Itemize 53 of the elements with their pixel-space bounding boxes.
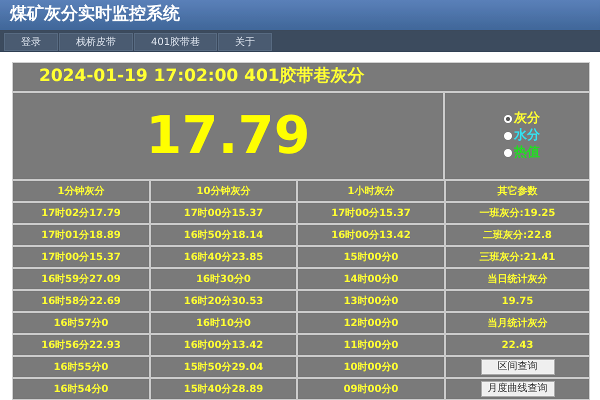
table-cell: 二班灰分:22.8 <box>446 225 589 247</box>
radio-button[interactable] <box>504 132 512 140</box>
table-cell: 三班灰分:21.41 <box>446 247 589 269</box>
option-label: 灰分 <box>514 111 540 127</box>
table-cell: 16时54分0 <box>13 379 151 400</box>
table-cell: 16时58分22.69 <box>13 291 151 313</box>
table-cell: 11时00分0 <box>298 335 446 357</box>
table-cell: 16时00分13.42 <box>298 225 446 247</box>
table-cell: 16时57分0 <box>13 313 151 335</box>
table-cell: 15时40分28.89 <box>151 379 298 400</box>
table-cell: 16时20分30.53 <box>151 291 298 313</box>
query-button[interactable]: 月度曲线查询 <box>480 381 554 397</box>
table-cell: 16时55分0 <box>13 357 151 379</box>
column-header: 1分钟灰分 <box>13 181 151 203</box>
nav-tab[interactable]: 关于 <box>218 33 272 51</box>
window-title: 煤矿灰分实时监控系统 <box>10 3 180 26</box>
table-cell: 17时00分15.37 <box>151 203 298 225</box>
table-cell: 15时00分0 <box>298 247 446 269</box>
column-header: 10分钟灰分 <box>151 181 298 203</box>
query-button[interactable]: 区间查询 <box>480 359 554 375</box>
table-cell: 16时59分27.09 <box>13 269 151 291</box>
column-header: 其它参数 <box>446 181 589 203</box>
table-cell: 16时00分13.42 <box>151 335 298 357</box>
nav-tab[interactable]: 登录 <box>4 33 58 51</box>
table-cell: 14时00分0 <box>298 269 446 291</box>
table-cell: 19.75 <box>446 291 589 313</box>
table-cell: 17时01分18.89 <box>13 225 151 247</box>
column-header: 1小时灰分 <box>298 181 446 203</box>
panel-title: 2024-01-19 17:02:00 401胶带巷灰分 <box>39 65 365 88</box>
table-cell: 17时02分17.79 <box>13 203 151 225</box>
table-cell: 22.43 <box>446 335 589 357</box>
table-cell: 13时00分0 <box>298 291 446 313</box>
table-cell: 当月统计灰分 <box>446 313 589 335</box>
table-cell: 17时00分15.37 <box>13 247 151 269</box>
nav-tab[interactable]: 栈桥皮带 <box>59 33 133 51</box>
radio-button[interactable] <box>504 115 512 123</box>
table-cell: 16时50分18.14 <box>151 225 298 247</box>
table-cell: 17时00分15.37 <box>298 203 446 225</box>
option-label: 水分 <box>514 128 540 144</box>
table-cell: 10时00分0 <box>298 357 446 379</box>
table-cell: 当日统计灰分 <box>446 269 589 291</box>
table-cell: 09时00分0 <box>298 379 446 400</box>
table-cell: 一班灰分:19.25 <box>446 203 589 225</box>
table-cell: 12时00分0 <box>298 313 446 335</box>
table-cell: 15时50分29.04 <box>151 357 298 379</box>
table-cell: 16时30分0 <box>151 269 298 291</box>
radio-button[interactable] <box>504 149 512 157</box>
ash-reading: 17.79 <box>146 110 310 162</box>
table-cell: 16时56分22.93 <box>13 335 151 357</box>
table-cell: 16时40分23.85 <box>151 247 298 269</box>
nav-tab[interactable]: 401胶带巷 <box>134 33 218 51</box>
table-cell: 16时10分0 <box>151 313 298 335</box>
option-label: 热值 <box>514 145 540 161</box>
